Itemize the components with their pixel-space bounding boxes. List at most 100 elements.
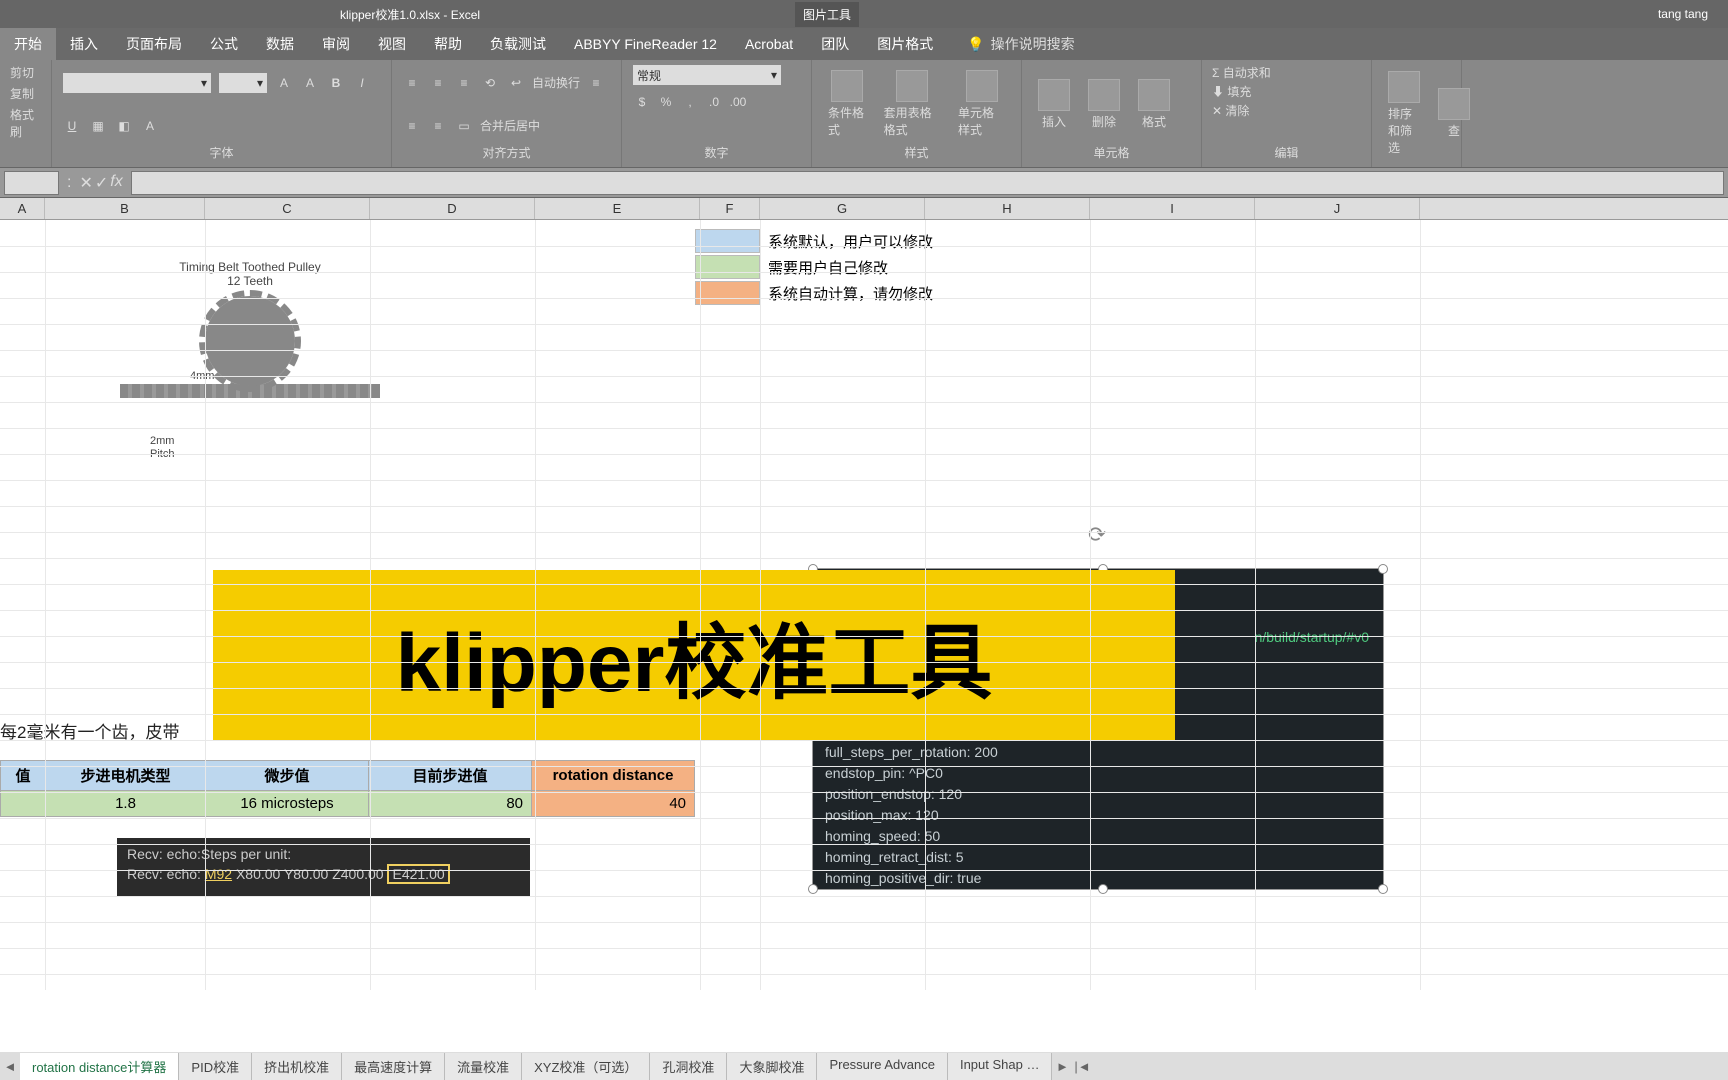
comma-icon[interactable]: , [680,92,700,112]
tab-scroll-left[interactable]: ◄ [0,1059,20,1074]
decrease-font-icon[interactable]: A [300,73,320,93]
formula-input[interactable] [131,171,1724,195]
edit-group: Σ 自动求和 ⬇ 填充 ✕ 清除 编辑 [1202,60,1372,167]
clear-button[interactable]: ✕ 清除 [1212,102,1249,119]
fx-icon[interactable]: fx [110,173,122,193]
merge-icon[interactable]: ▭ [454,116,474,136]
cell-microstep[interactable]: 16 microsteps [206,791,369,817]
tab-scroll-right[interactable]: ► [1052,1059,1072,1074]
col-header-d[interactable]: D [370,198,535,219]
inc-decimal-icon[interactable]: .0 [704,92,724,112]
orientation-icon[interactable]: ⟲ [480,73,500,93]
cell-style-button[interactable]: 单元格样式 [952,68,1011,140]
border-icon[interactable]: ▦ [88,116,108,136]
worksheet-area[interactable]: 系统默认，用户可以修改需要用户自己修改系统自动计算，请勿修改 Timing Be… [0,220,1728,990]
sheet-tab[interactable]: Pressure Advance [817,1053,948,1080]
tab-review[interactable]: 审阅 [308,28,364,60]
cell-rotation-distance[interactable]: 40 [532,791,695,817]
italic-icon[interactable]: I [352,73,372,93]
number-format-combo[interactable]: 常规▾ [632,64,782,86]
sort-filter-button[interactable]: 排序和筛选 [1382,69,1426,158]
tell-me[interactable]: 💡 操作说明搜索 [967,34,1074,54]
align-left-icon[interactable]: ≡ [586,73,606,93]
legend-text: 系统自动计算，请勿修改 [760,283,933,304]
copy-button[interactable]: 复制 [10,85,34,102]
col-header-a[interactable]: A [0,198,45,219]
cancel-formula-icon[interactable]: ✕ [79,173,92,193]
tab-loadtest[interactable]: 负载测试 [476,28,560,60]
tab-help[interactable]: 帮助 [420,28,476,60]
col-header-h[interactable]: H [925,198,1090,219]
align-top-icon[interactable]: ≡ [402,73,422,93]
find-button[interactable]: 查 [1432,86,1476,141]
tab-home[interactable]: 开始 [0,28,56,60]
m92-highlight: M92 [205,866,232,882]
fill-button[interactable]: ⬇ 填充 [1212,83,1251,100]
sheet-tab[interactable]: 流量校准 [445,1053,522,1080]
sheet-tab[interactable]: 最高速度计算 [342,1053,445,1080]
cell-group: 插入 删除 格式 单元格 [1022,60,1202,167]
delete-cell-button[interactable]: 删除 [1082,77,1126,132]
font-color-icon[interactable]: A [140,116,160,136]
tab-team[interactable]: 团队 [807,28,863,60]
merge-label[interactable]: 合并后居中 [480,117,540,134]
table-format-button[interactable]: 套用表格格式 [878,68,946,140]
col-header-e[interactable]: E [535,198,700,219]
name-box[interactable] [4,171,59,195]
cond-format-button[interactable]: 条件格式 [822,68,872,140]
tab-picformat[interactable]: 图片格式 [863,28,947,60]
format-painter-button[interactable]: 格式刷 [10,106,41,140]
enter-formula-icon[interactable]: ✓ [95,173,108,193]
cell-value[interactable] [1,791,46,817]
selection-handle-icon[interactable] [1098,884,1108,894]
tab-formula[interactable]: 公式 [196,28,252,60]
fill-color-icon[interactable]: ◧ [114,116,134,136]
wrap-label[interactable]: 自动换行 [532,74,580,91]
underline-icon[interactable]: U [62,116,82,136]
currency-icon[interactable]: $ [632,92,652,112]
sheet-tab[interactable]: 挤出机校准 [252,1053,342,1080]
tab-insert[interactable]: 插入 [56,28,112,60]
sheet-tab[interactable]: PID校准 [179,1053,252,1080]
dec-decimal-icon[interactable]: .00 [728,92,748,112]
tab-scroll-end[interactable]: |◄ [1072,1059,1092,1074]
col-header-f[interactable]: F [700,198,760,219]
tab-data[interactable]: 数据 [252,28,308,60]
align-bot-icon[interactable]: ≡ [454,73,474,93]
sheet-tab[interactable]: Input Shap … [948,1053,1053,1080]
tab-view[interactable]: 视图 [364,28,420,60]
sheet-tab[interactable]: rotation distance计算器 [20,1053,179,1080]
cut-button[interactable]: 剪切 [10,64,34,81]
autosum-button[interactable]: Σ 自动求和 [1212,64,1271,81]
cell-current-step[interactable]: 80 [369,791,532,817]
align-center-icon[interactable]: ≡ [402,116,422,136]
col-header-i[interactable]: I [1090,198,1255,219]
format-cell-button[interactable]: 格式 [1132,77,1176,132]
align-right-icon[interactable]: ≡ [428,116,448,136]
tab-layout[interactable]: 页面布局 [112,28,196,60]
wrap-icon[interactable]: ↩ [506,73,526,93]
tab-abbyy[interactable]: ABBYY FineReader 12 [560,30,731,58]
cell-motor-type[interactable]: 1.8 [46,791,206,817]
font-size-combo[interactable]: ▾ [218,72,268,94]
sheet-tab[interactable]: 孔洞校准 [650,1053,727,1080]
tab-acrobat[interactable]: Acrobat [731,30,807,58]
selection-handle-icon[interactable] [1378,564,1388,574]
bold-icon[interactable]: B [326,73,346,93]
font-family-combo[interactable]: ▾ [62,72,212,94]
sheet-tab[interactable]: XYZ校准（可选） [522,1053,650,1080]
align-mid-icon[interactable]: ≡ [428,73,448,93]
col-header-c[interactable]: C [205,198,370,219]
col-header-g[interactable]: G [760,198,925,219]
user-name: tang tang [1658,7,1708,21]
sheet-tab[interactable]: 大象脚校准 [727,1053,817,1080]
col-header-j[interactable]: J [1255,198,1420,219]
col-header-b[interactable]: B [45,198,205,219]
selection-handle-icon[interactable] [808,884,818,894]
increase-font-icon[interactable]: A [274,73,294,93]
th-current-step: 目前步进值 [369,761,532,791]
insert-cell-button[interactable]: 插入 [1032,77,1076,132]
rotate-handle-icon[interactable]: ⟳ [1088,522,1116,550]
selection-handle-icon[interactable] [1378,884,1388,894]
percent-icon[interactable]: % [656,92,676,112]
